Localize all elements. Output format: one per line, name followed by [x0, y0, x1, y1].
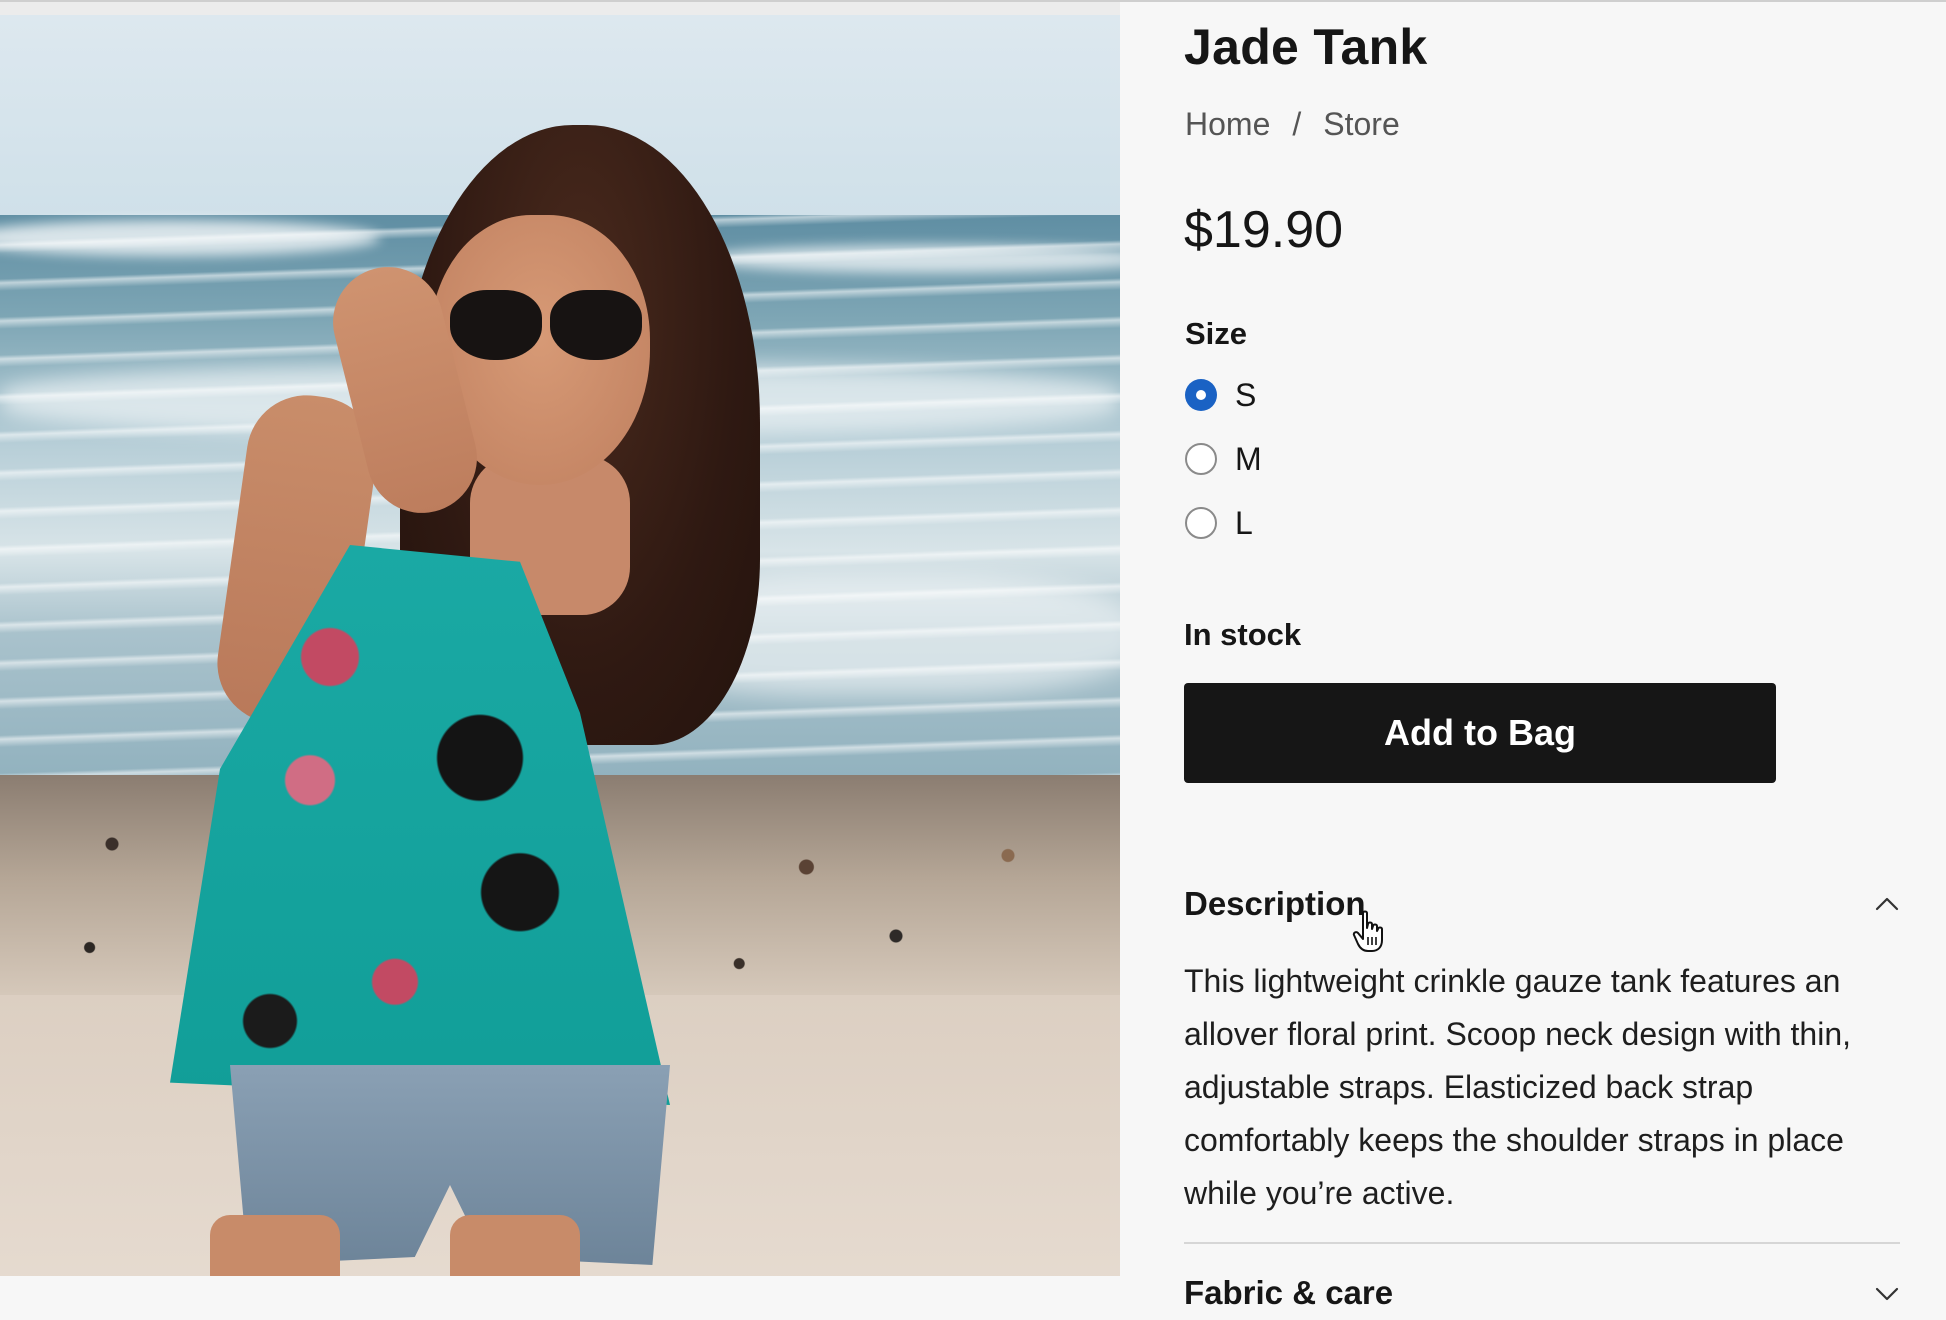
fabric-care-title: Fabric & care — [1184, 1274, 1394, 1311]
radio-button[interactable] — [1185, 507, 1217, 539]
photo-sunglasses-lens — [450, 290, 542, 360]
fabric-care-accordion-header[interactable]: Fabric & care — [1184, 1268, 1900, 1318]
chevron-up-icon[interactable] — [1874, 891, 1900, 917]
size-option-label: S — [1235, 376, 1257, 413]
product-image — [0, 15, 1120, 1276]
product-page: Jade Tank Home / Store $19.90 Size S M L… — [0, 0, 1946, 1320]
stock-status: In stock — [1184, 617, 1302, 652]
chevron-down-icon[interactable] — [1874, 1280, 1900, 1306]
top-strip — [0, 2, 1120, 15]
radio-button-selected[interactable] — [1185, 379, 1217, 411]
description-text: This lightweight crinkle gauze tank feat… — [1184, 963, 1852, 1211]
photo-model-leg — [450, 1215, 580, 1276]
breadcrumb-store-link[interactable]: Store — [1323, 106, 1399, 143]
product-price: $19.90 — [1184, 201, 1344, 259]
size-option-label: M — [1235, 440, 1262, 477]
breadcrumb-home-link[interactable]: Home — [1185, 106, 1270, 143]
size-label: Size — [1185, 316, 1248, 351]
add-to-bag-button[interactable]: Add to Bag — [1184, 683, 1776, 783]
size-option-l[interactable]: L — [1185, 504, 1262, 542]
hand-pointer-cursor-icon — [1352, 910, 1383, 952]
product-title: Jade Tank — [1184, 19, 1428, 75]
size-radio-group: S M L — [1185, 376, 1262, 542]
breadcrumb-separator: / — [1292, 106, 1302, 142]
size-option-m[interactable]: M — [1185, 440, 1262, 478]
description-title: Description — [1184, 885, 1366, 922]
photo-model-leg — [210, 1215, 340, 1276]
description-accordion-header[interactable]: Description — [1184, 879, 1900, 929]
breadcrumb: Home / Store — [1185, 106, 1400, 143]
photo-sunglasses-lens — [550, 290, 642, 360]
accordion-divider — [1184, 1242, 1900, 1244]
size-option-label: L — [1235, 504, 1253, 541]
radio-button[interactable] — [1185, 443, 1217, 475]
size-option-s[interactable]: S — [1185, 376, 1262, 414]
